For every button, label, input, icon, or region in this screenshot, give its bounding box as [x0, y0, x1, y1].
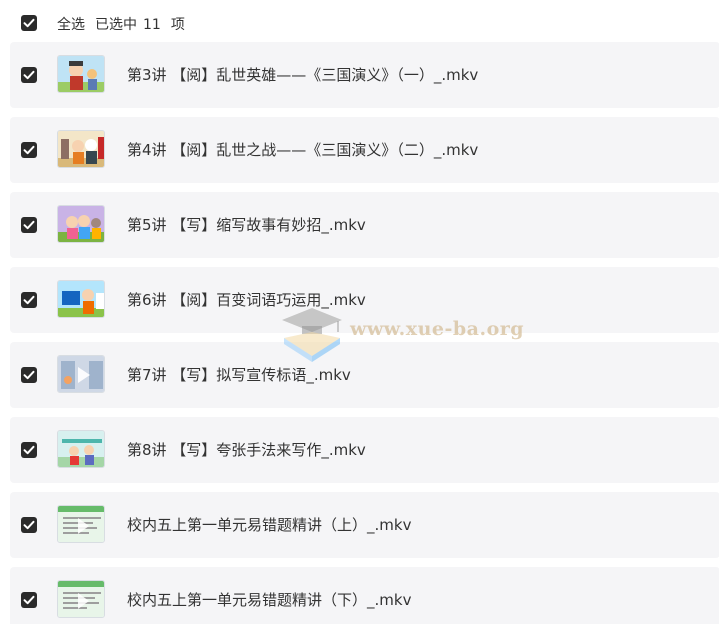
checkmark-icon: [23, 145, 35, 155]
cartoon-thumbnail: [57, 205, 105, 243]
file-name: 校内五上第一单元易错题精讲（上）_.mkv: [127, 516, 412, 534]
file-checkbox[interactable]: [21, 217, 37, 233]
checkmark-icon: [23, 595, 35, 605]
checkmark-icon: [23, 370, 35, 380]
checkmark-icon: [23, 220, 35, 230]
worksheet-thumbnail: [57, 580, 105, 618]
cartoon-thumbnail: [57, 130, 105, 168]
file-name: 第6讲 【阅】百变词语巧运用_.mkv: [127, 291, 366, 309]
file-row[interactable]: 校内五上第一单元易错题精讲（下）_.mkv: [10, 567, 719, 624]
cartoon-thumbnail: [57, 55, 105, 93]
selected-count: 11: [143, 17, 161, 33]
selection-summary: 全选 已选中 11 项: [57, 14, 195, 34]
file-checkbox[interactable]: [21, 442, 37, 458]
video-play-thumbnail: [57, 355, 105, 393]
file-row[interactable]: 第4讲 【阅】乱世之战——《三国演义》（二）_.mkv: [10, 117, 719, 183]
select-all-label[interactable]: 全选: [57, 17, 85, 33]
worksheet-thumbnail: [57, 505, 105, 543]
file-name: 第4讲 【阅】乱世之战——《三国演义》（二）_.mkv: [127, 141, 479, 159]
file-checkbox[interactable]: [21, 67, 37, 83]
cartoon-thumbnail: [57, 280, 105, 318]
file-row[interactable]: 第8讲 【写】夸张手法来写作_.mkv: [10, 417, 719, 483]
cartoon-thumbnail: [57, 430, 105, 468]
file-checkbox[interactable]: [21, 292, 37, 308]
file-name: 第3讲 【阅】乱世英雄——《三国演义》（一）_.mkv: [127, 66, 479, 84]
checkmark-icon: [23, 18, 35, 28]
selected-suffix: 项: [170, 17, 185, 33]
checkmark-icon: [23, 70, 35, 80]
file-checkbox[interactable]: [21, 517, 37, 533]
file-row[interactable]: 第5讲 【写】缩写故事有妙招_.mkv: [10, 192, 719, 258]
file-row[interactable]: 第3讲 【阅】乱世英雄——《三国演义》（一）_.mkv: [10, 42, 719, 108]
selection-header: 全选 已选中 11 项: [0, 0, 719, 46]
file-selection-list: 全选已选中 11 项 第3讲 【阅】乱世英雄——《三国演义》（一）_.mkv: [0, 0, 719, 624]
file-row[interactable]: 第6讲 【阅】百变词语巧运用_.mkv: [10, 267, 719, 333]
file-name: 第7讲 【写】拟写宣传标语_.mkv: [127, 366, 351, 384]
selected-prefix: 已选中: [95, 17, 137, 33]
checkmark-icon: [23, 295, 35, 305]
file-checkbox[interactable]: [21, 592, 37, 608]
checkmark-icon: [23, 445, 35, 455]
file-name: 第5讲 【写】缩写故事有妙招_.mkv: [127, 216, 366, 234]
file-row[interactable]: 第7讲 【写】拟写宣传标语_.mkv: [10, 342, 719, 408]
file-checkbox[interactable]: [21, 367, 37, 383]
file-row[interactable]: 校内五上第一单元易错题精讲（上）_.mkv: [10, 492, 719, 558]
select-all-checkbox[interactable]: [21, 15, 37, 31]
file-name: 校内五上第一单元易错题精讲（下）_.mkv: [127, 591, 412, 609]
checkmark-icon: [23, 520, 35, 530]
file-name: 第8讲 【写】夸张手法来写作_.mkv: [127, 441, 366, 459]
file-checkbox[interactable]: [21, 142, 37, 158]
